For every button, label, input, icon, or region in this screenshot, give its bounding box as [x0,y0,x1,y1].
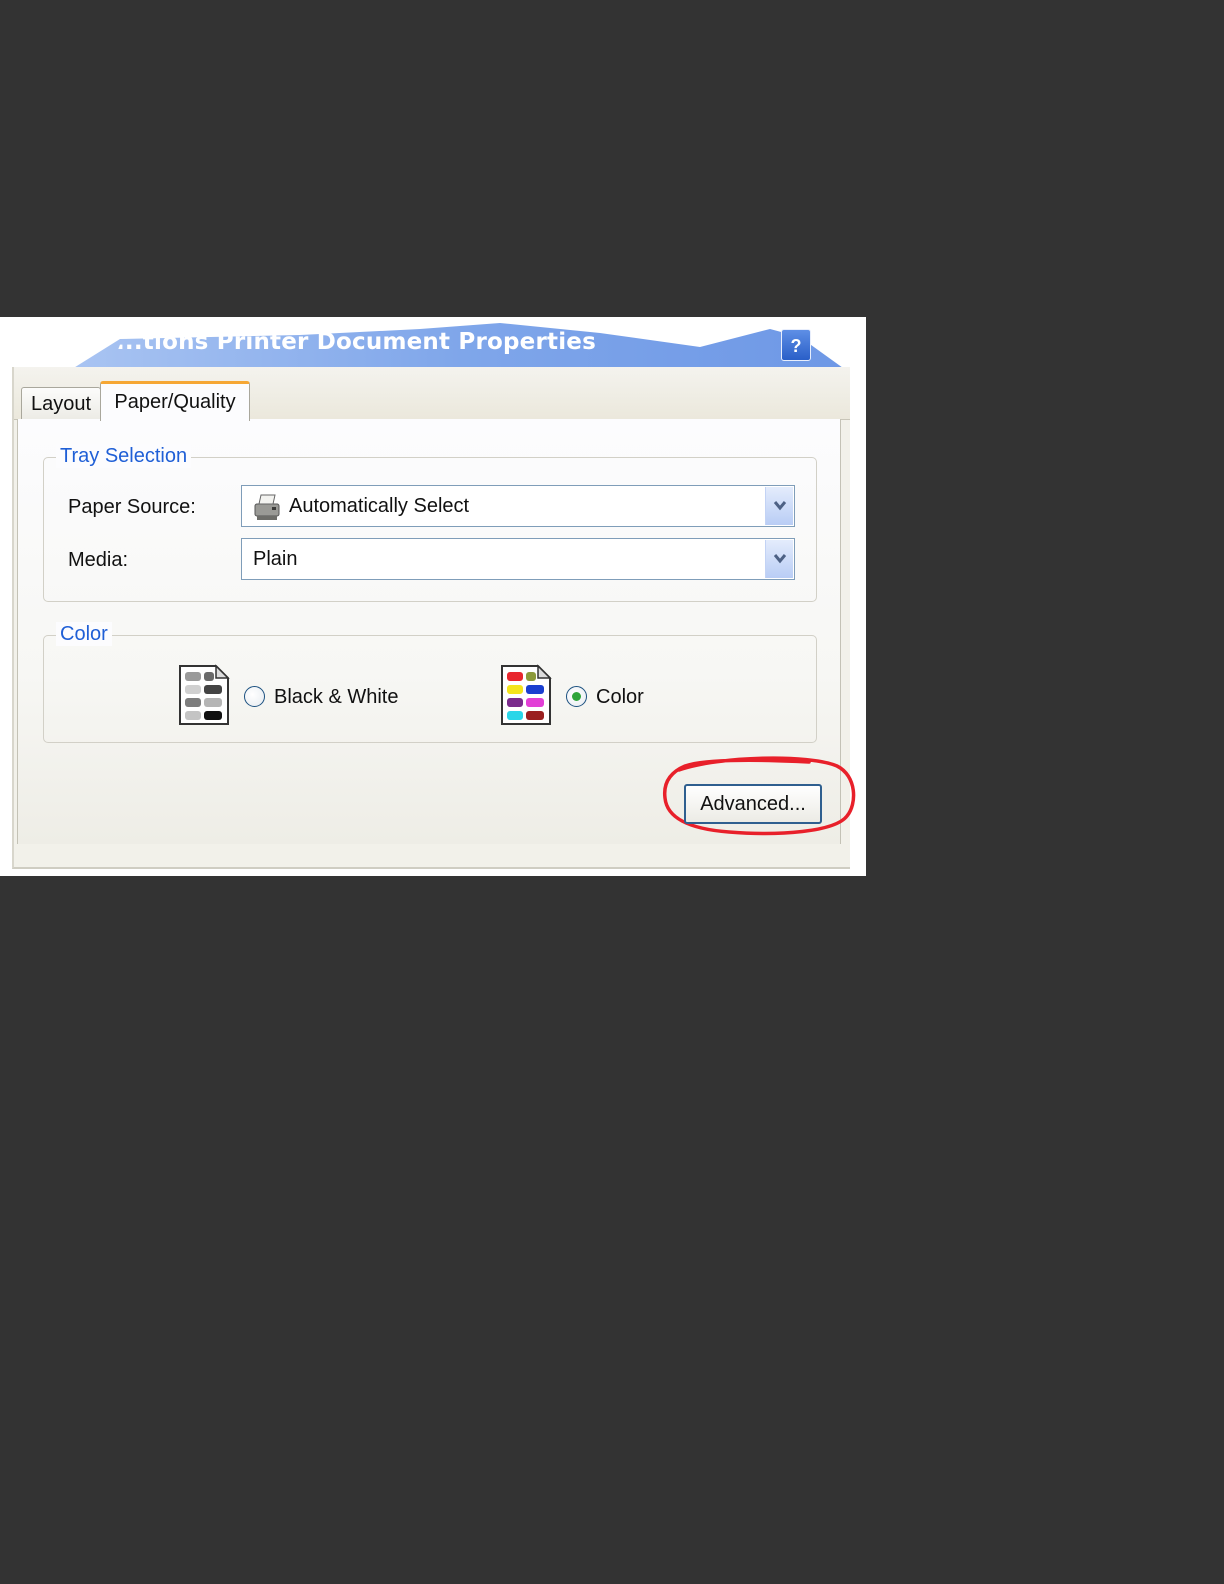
tab-strip: Layout Paper/Quality [14,367,850,421]
window-title: ...tions Printer Document Properties [116,329,596,355]
color-legend: Color [56,622,112,646]
printer-icon [254,494,280,520]
color-radio[interactable] [566,686,587,707]
media-dropdown-button[interactable] [765,540,793,578]
black-white-radio[interactable] [244,686,265,707]
color-label[interactable]: Color [596,686,644,709]
paper-source-label: Paper Source: [68,496,196,518]
color-group: Color Black & White Color [43,622,817,743]
black-white-label[interactable]: Black & White [274,686,398,709]
media-value: Plain [253,548,298,570]
help-icon[interactable]: ? [781,329,811,361]
paper-source-select[interactable]: Automatically Select [241,485,795,527]
paper-source-value: Automatically Select [289,495,470,517]
color-document-icon [501,664,552,725]
tray-selection-legend: Tray Selection [56,444,192,468]
title-bar: ...tions Printer Document Properties ? [0,317,866,373]
properties-dialog: Layout Paper/Quality Tray Selection Pape… [12,367,856,869]
paper-source-dropdown-button[interactable] [765,487,793,525]
screenshot-frame: ...tions Printer Document Properties ? L… [0,317,866,876]
color-radio-selected-dot [572,692,581,701]
tray-selection-group: Tray Selection Paper Source: Automatical… [43,444,817,602]
chevron-down-icon [773,501,787,511]
media-label: Media: [68,549,129,571]
advanced-button[interactable]: Advanced... [684,784,822,824]
chevron-down-icon [773,554,787,564]
tab-layout[interactable]: Layout [21,387,101,420]
media-select[interactable]: Plain [241,538,795,580]
black-white-document-icon [179,664,230,725]
tab-paper-quality[interactable]: Paper/Quality [100,381,250,421]
